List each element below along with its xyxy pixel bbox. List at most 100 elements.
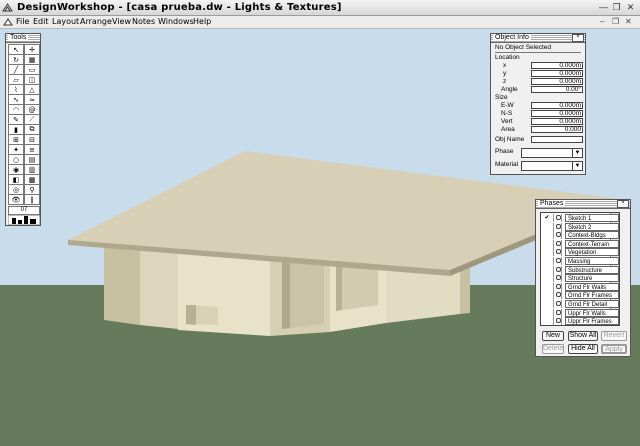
phase-row[interactable]: Uppr Flr Frames: [541, 317, 619, 325]
phase-name[interactable]: Context-Bldgs: [565, 231, 619, 240]
lock-icon[interactable]: [553, 231, 562, 240]
ns-label: N-S: [501, 110, 513, 117]
revert-button[interactable]: Revert: [601, 331, 627, 341]
objname-field[interactable]: [531, 136, 583, 143]
lock-icon[interactable]: [553, 308, 562, 317]
phases-title: Phases: [538, 200, 566, 207]
hide-all-button[interactable]: Hide All: [568, 344, 598, 354]
menu-edit[interactable]: Edit: [33, 17, 49, 26]
minimize-icon[interactable]: —: [598, 2, 609, 13]
doc-close-icon[interactable]: ✕: [625, 17, 632, 26]
lock-icon[interactable]: [553, 248, 562, 257]
phase-row[interactable]: Context-Terrain: [541, 239, 619, 248]
vert-field[interactable]: 0.000m: [531, 118, 583, 125]
phase-row[interactable]: Uppr Flr Walls: [541, 308, 619, 317]
lock-icon[interactable]: [553, 300, 562, 308]
z-label: z: [503, 78, 507, 85]
eye-icon[interactable]: 👁: [8, 194, 24, 205]
menu-windows[interactable]: Windows: [158, 17, 194, 26]
show-all-button[interactable]: Show All: [568, 331, 598, 341]
close-icon[interactable]: ✕: [625, 2, 636, 13]
material-label: Material: [495, 161, 519, 168]
lock-icon[interactable]: [553, 222, 562, 231]
lock-icon[interactable]: [553, 317, 562, 325]
menu-layout[interactable]: Layout: [52, 17, 79, 26]
object-info-palette: Object Info × No Object Selected Location…: [490, 33, 586, 175]
doc-restore-icon[interactable]: ❐: [612, 17, 619, 26]
menu-notes[interactable]: Notes: [132, 17, 155, 26]
tool-counter: 07: [8, 206, 40, 215]
lock-icon[interactable]: [553, 257, 562, 265]
phase-name[interactable]: Grnd Flr Frames: [565, 291, 619, 300]
phase-row[interactable]: Grnd Flr Detail: [541, 300, 619, 308]
document-icon[interactable]: [3, 17, 13, 27]
angle-field[interactable]: 0.00°: [531, 86, 583, 93]
phase-name[interactable]: Sketch 2: [565, 222, 619, 231]
angle-label: Angle: [501, 86, 518, 93]
checkmark-icon[interactable]: ✔: [542, 214, 552, 222]
window-title: DesignWorkshop - [casa prueba.dw - Light…: [17, 2, 342, 13]
phase-name[interactable]: Massing: [565, 257, 619, 265]
phase-name[interactable]: Structure: [565, 274, 619, 283]
phase-row[interactable]: Vegetation: [541, 248, 619, 257]
lock-icon[interactable]: [553, 239, 562, 248]
delete-phase-button[interactable]: Delete: [542, 344, 564, 354]
ew-field[interactable]: 0.000m: [531, 102, 583, 109]
menu-file[interactable]: File: [16, 17, 29, 26]
phase-row[interactable]: Substructure: [541, 265, 619, 274]
phase-name[interactable]: Substructure: [565, 265, 619, 274]
lock-icon[interactable]: [553, 265, 562, 274]
objname-label: Obj Name: [495, 136, 525, 143]
menu-bar: File Edit Layout Arrange View Notes Wind…: [0, 16, 640, 29]
lock-icon[interactable]: [553, 214, 562, 222]
tools-title: Tools: [8, 34, 29, 41]
chevron-down-icon: ▼: [572, 149, 582, 157]
phase-name[interactable]: Uppr Flr Frames: [565, 317, 619, 325]
close-icon[interactable]: ×: [572, 34, 584, 42]
y-field[interactable]: 0.000m: [531, 70, 583, 77]
phase-select[interactable]: ▼: [521, 148, 583, 158]
close-icon[interactable]: ×: [617, 200, 629, 208]
phase-row[interactable]: Massing: [541, 257, 619, 265]
phase-row[interactable]: ✔ Sketch 1: [541, 214, 619, 222]
phase-row[interactable]: Grnd Flr Frames: [541, 291, 619, 300]
object-info-titlebar[interactable]: Object Info ×: [491, 34, 585, 43]
phase-row[interactable]: Context-Bldgs: [541, 231, 619, 240]
material-select[interactable]: ▼: [521, 161, 583, 171]
phase-name[interactable]: Context-Terrain: [565, 239, 619, 248]
vert-label: Vert: [501, 118, 513, 125]
area-field[interactable]: 0.000: [531, 126, 583, 133]
ew-label: E-W: [501, 102, 514, 109]
phase-name[interactable]: Uppr Flr Walls: [565, 308, 619, 317]
app-icon: [2, 3, 13, 12]
phase-name[interactable]: Grnd Flr Walls: [565, 282, 619, 291]
phase-row[interactable]: Sketch 2: [541, 222, 619, 231]
lock-icon[interactable]: [553, 282, 562, 291]
lock-icon[interactable]: [553, 291, 562, 300]
doc-minimize-icon[interactable]: –: [600, 17, 604, 26]
menu-view[interactable]: View: [112, 17, 131, 26]
ns-field[interactable]: 0.000m: [531, 110, 583, 117]
menu-help[interactable]: Help: [193, 17, 211, 26]
lock-icon[interactable]: [553, 274, 562, 283]
footprints-icon[interactable]: ∥: [24, 194, 40, 205]
phase-row[interactable]: Structure: [541, 274, 619, 283]
phase-name[interactable]: Grnd Flr Detail: [565, 300, 619, 308]
tools-palette: Tools ↖ ✛ ↻ ▦ ╱ ▭ ▱ ◫ ⌇ △ ∿ ≈ ◠ @ ✎ ⟋ ▮ ⧉ ⊞ ⊟ ✦ ≡ ○ ▤ ◉ ▥ ◧ ▩ ◎ ⚲ 👁 ∥ 0…: [5, 33, 41, 226]
phases-titlebar[interactable]: Phases ×: [536, 200, 630, 209]
new-phase-button[interactable]: New: [542, 331, 564, 341]
tools-titlebar[interactable]: Tools: [6, 34, 40, 43]
phases-palette: Phases × ✔ Sketch 1 Sketch 2 Context-Bldgs Co…: [535, 199, 631, 357]
menu-arrange[interactable]: Arrange: [80, 17, 112, 26]
maximize-icon[interactable]: ❐: [611, 2, 622, 13]
phase-name[interactable]: Vegetation: [565, 248, 619, 257]
z-field[interactable]: 0.000m: [531, 78, 583, 85]
phases-list: ✔ Sketch 1 Sketch 2 Context-Bldgs Context-Te…: [540, 212, 620, 326]
chevron-down-icon: ▼: [572, 162, 582, 170]
phase-name[interactable]: Sketch 1: [565, 214, 619, 222]
x-field[interactable]: 0.000m: [531, 62, 583, 69]
area-label: Area: [501, 126, 515, 133]
phase-row[interactable]: Grnd Flr Walls: [541, 282, 619, 291]
tool-chart-icon[interactable]: [8, 215, 40, 225]
apply-button[interactable]: Apply: [601, 344, 627, 354]
